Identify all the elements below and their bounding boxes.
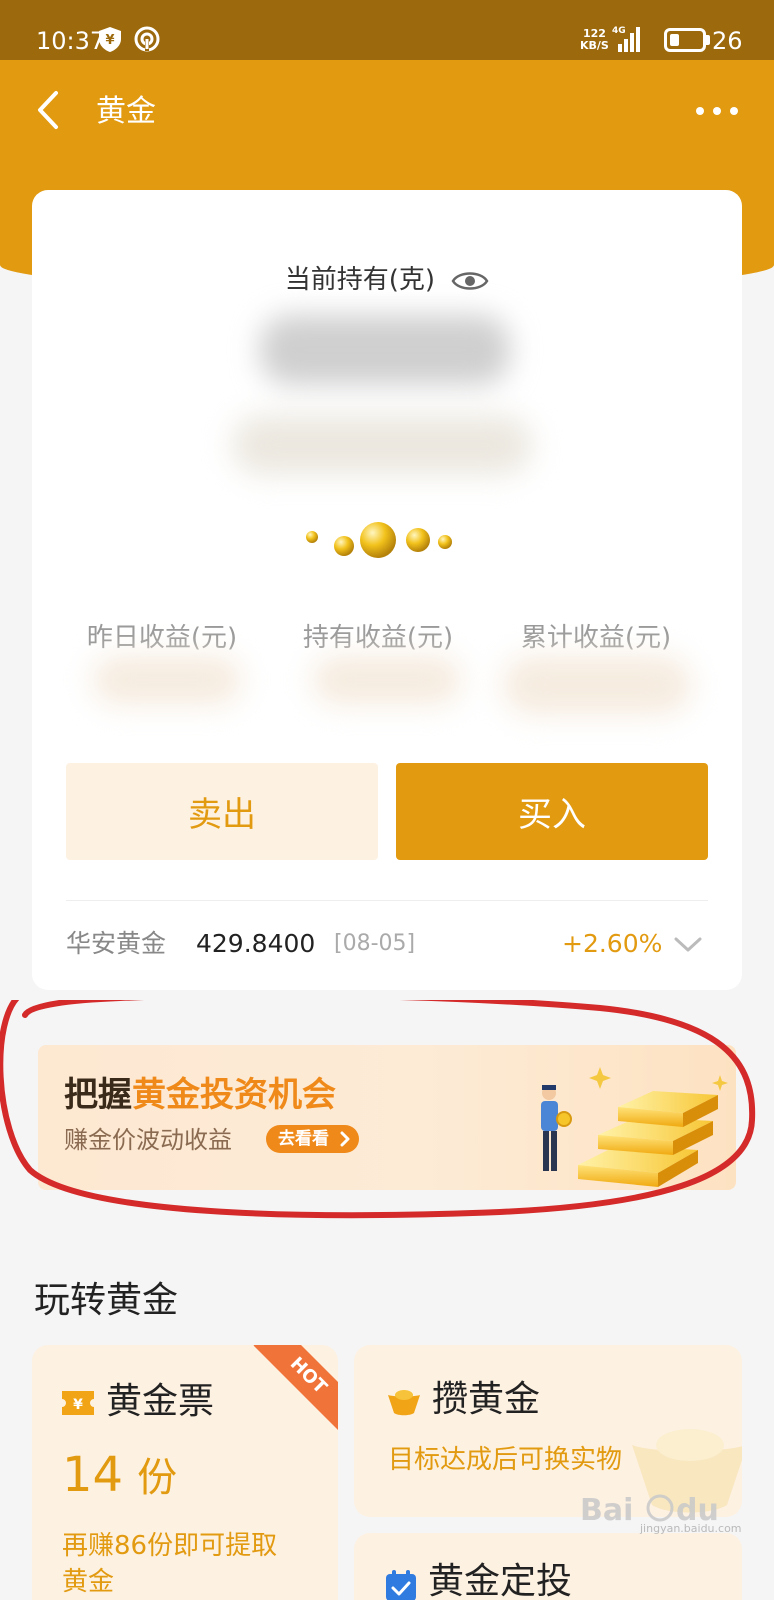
banner-go-button[interactable]: 去看看 bbox=[266, 1125, 359, 1153]
hotspot-icon bbox=[134, 26, 160, 52]
page-title: 黄金 bbox=[96, 94, 156, 129]
back-icon[interactable] bbox=[30, 85, 74, 135]
ticket-count: 14 份 bbox=[62, 1447, 178, 1503]
holding-label-row: 当前持有(克) bbox=[32, 262, 742, 298]
gold-ticket-desc-line1: 再赚86份即可提取 bbox=[62, 1531, 278, 1561]
holding-card: 当前持有(克) 昨日收益(元) 持有收益(元) 累计收益(元) 卖出 买入 华安… bbox=[32, 190, 742, 990]
holding-earnings-label: 持有收益(元) bbox=[302, 623, 454, 653]
banner-subtitle: 赚金价波动收益 bbox=[64, 1126, 232, 1154]
battery-icon bbox=[664, 28, 706, 52]
buy-button[interactable]: 买入 bbox=[396, 763, 708, 860]
gold-ticket-title: 黄金票 bbox=[106, 1381, 215, 1422]
svg-text:4G: 4G bbox=[612, 26, 626, 36]
baidu-watermark-logo: Bai du bbox=[580, 1493, 719, 1528]
yesterday-earnings-label: 昨日收益(元) bbox=[86, 623, 238, 653]
divider bbox=[66, 900, 708, 901]
svg-text:¥: ¥ bbox=[105, 33, 114, 48]
gold-bars-illustration bbox=[541, 1067, 728, 1187]
yesterday-earnings-blurred bbox=[92, 655, 242, 705]
total-earnings-blurred bbox=[502, 655, 692, 715]
signal-icon: 4G bbox=[612, 26, 640, 52]
fund-name: 华安黄金 bbox=[66, 929, 167, 958]
status-time: 10:37 bbox=[36, 27, 106, 55]
fund-date: [08-05] bbox=[334, 931, 416, 956]
watermark-url: jingyan.baidu.com bbox=[640, 1522, 742, 1535]
battery-percent: 26 bbox=[712, 27, 743, 55]
svg-text:Bai: Bai bbox=[580, 1493, 633, 1528]
eye-icon[interactable] bbox=[451, 267, 489, 295]
status-bar: 10:37 ¥ 122 KB/S 4G 26 bbox=[0, 0, 774, 60]
save-gold-title: 攒黄金 bbox=[432, 1379, 541, 1420]
gold-ingot-icon bbox=[388, 1390, 420, 1416]
svg-text:¥: ¥ bbox=[73, 1397, 83, 1413]
more-dots-icon[interactable] bbox=[692, 96, 742, 126]
section-title: 玩转黄金 bbox=[34, 1280, 179, 1321]
gold-beads-image bbox=[306, 522, 452, 558]
sell-button[interactable]: 卖出 bbox=[66, 763, 378, 860]
calendar-check-icon bbox=[386, 1570, 416, 1600]
total-earnings-label: 累计收益(元) bbox=[520, 623, 672, 653]
holding-label: 当前持有(克) bbox=[284, 265, 436, 295]
chevron-right-icon bbox=[340, 1131, 350, 1147]
shield-yen-icon: ¥ bbox=[99, 27, 121, 52]
network-speed: 122 KB/S bbox=[580, 27, 609, 52]
holding-value-blurred bbox=[232, 415, 532, 475]
save-gold-desc: 目标达成后可换实物 bbox=[388, 1445, 623, 1475]
fund-change: +2.60% bbox=[562, 929, 663, 958]
gold-ticket-desc-line2: 黄金 bbox=[62, 1567, 115, 1597]
ticket-icon: ¥ bbox=[62, 1391, 94, 1415]
chevron-down-icon[interactable] bbox=[672, 930, 704, 958]
banner-title: 把握黄金投资机会 bbox=[64, 1075, 336, 1115]
gold-invest-banner[interactable]: 把握黄金投资机会 赚金价波动收益 去看看 bbox=[38, 1045, 736, 1190]
regular-invest-title: 黄金定投 bbox=[428, 1561, 573, 1600]
holding-amount-blurred bbox=[260, 315, 510, 385]
gold-ticket-tile[interactable]: ¥ 黄金票 HOT 14 份 再赚86份即可提取 黄金 bbox=[32, 1345, 338, 1600]
holding-earnings-blurred bbox=[312, 655, 462, 705]
hot-badge: HOT bbox=[253, 1345, 338, 1431]
fund-price: 429.8400 bbox=[196, 929, 316, 958]
